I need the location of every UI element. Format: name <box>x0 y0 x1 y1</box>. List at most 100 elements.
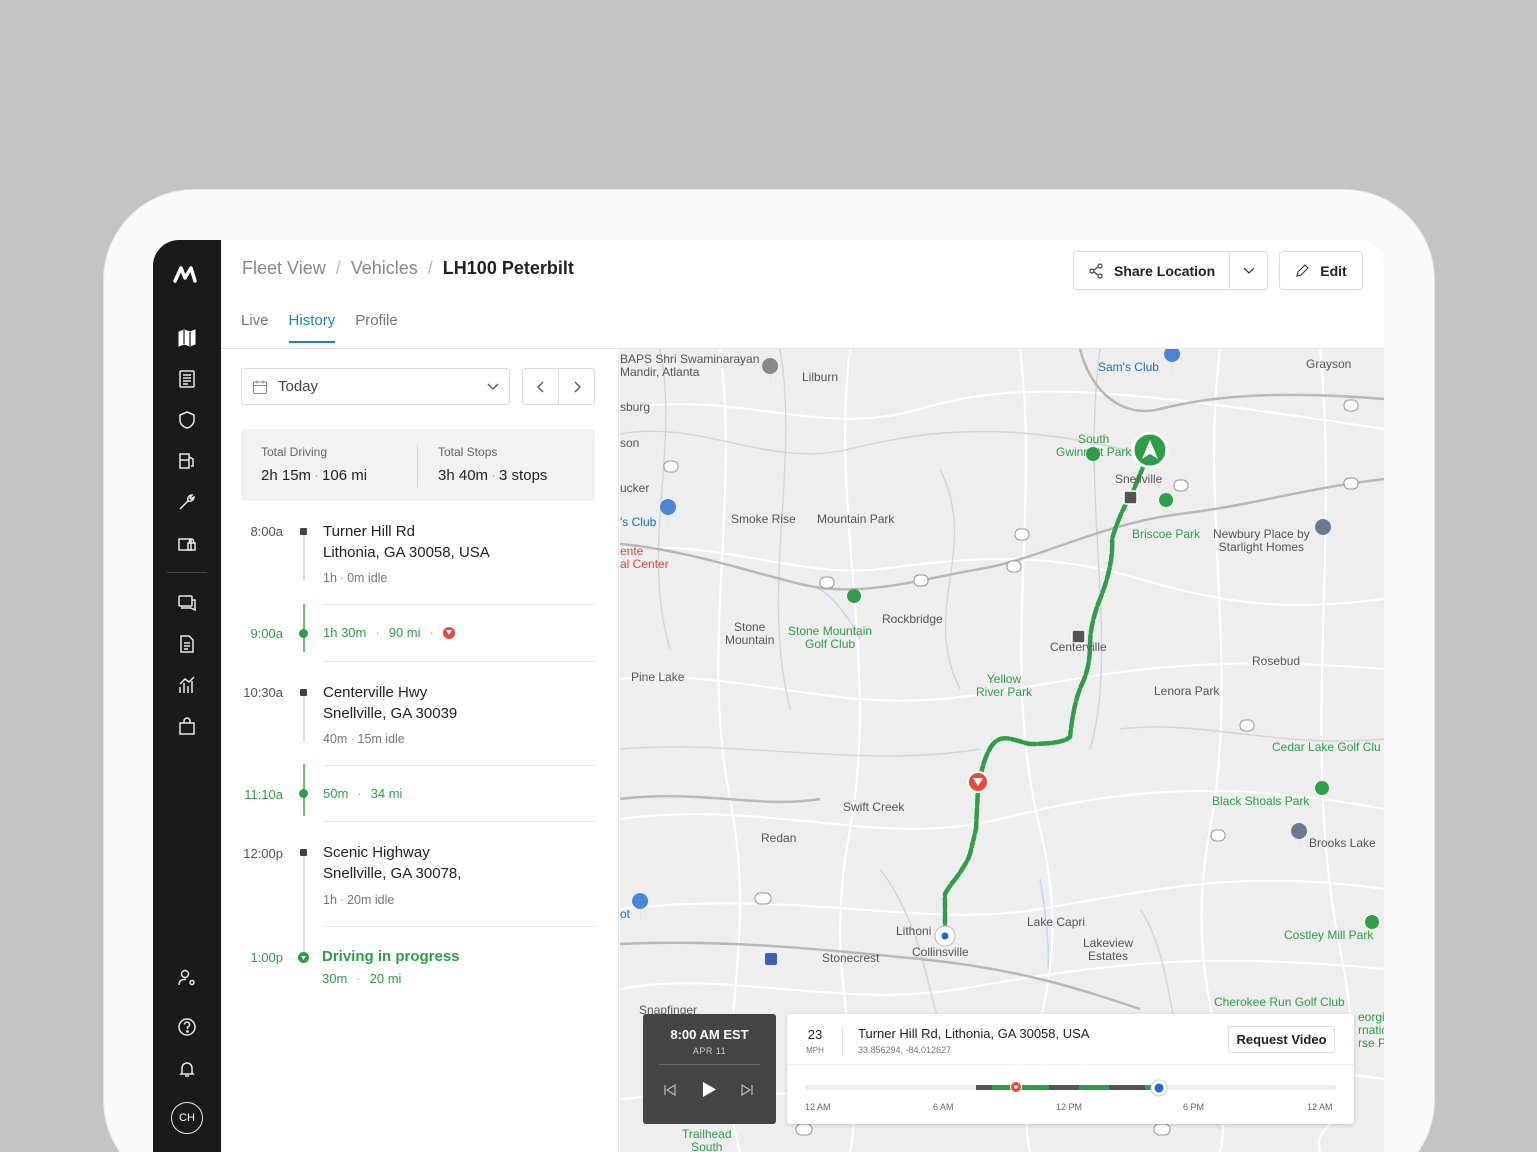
app-window: CH Fleet View / Vehicles / LH100 Peterbi… <box>153 240 1384 1152</box>
map-label: sburg <box>620 400 651 414</box>
drive-segment[interactable]: 50m · 34 mi <box>323 786 402 801</box>
tab-history[interactable]: History <box>288 312 336 343</box>
stop-address-line2: Snellville, GA 30078, <box>323 865 462 882</box>
dot-separator: · <box>429 625 434 640</box>
calendar-icon <box>252 380 268 394</box>
timeline-divider <box>323 604 595 605</box>
time-axis-tick: 6 AM <box>933 1102 954 1112</box>
harsh-event-icon[interactable] <box>1010 1081 1022 1093</box>
breadcrumb-vehicles[interactable]: Vehicles <box>351 258 418 279</box>
previous-day-button[interactable] <box>523 369 559 404</box>
avatar[interactable]: CH <box>171 1102 203 1134</box>
share-location-button[interactable]: Share Location <box>1074 252 1229 289</box>
fuel-icon[interactable] <box>175 449 199 473</box>
edit-label: Edit <box>1320 262 1347 279</box>
timeline-time: 12:00p <box>243 846 283 861</box>
date-select[interactable]: Today <box>241 368 510 405</box>
user-settings-icon[interactable] <box>175 966 199 990</box>
timeline-time: 1:00p <box>250 950 283 965</box>
dot-separator: · <box>375 625 380 640</box>
drive-distance: 20 mi <box>369 971 402 986</box>
map-label: Lilburn <box>802 370 839 384</box>
wrench-icon[interactable] <box>175 490 199 514</box>
map-label: Collinsville <box>912 945 969 959</box>
stop-marker <box>300 849 307 856</box>
stop-idle: 0m idle <box>347 571 388 585</box>
timeline-time: 8:00a <box>250 524 283 539</box>
stop-meta: 1h · 20m idle <box>323 893 394 907</box>
edit-button[interactable]: Edit <box>1279 251 1363 290</box>
map-label: Lithoni <box>896 924 932 938</box>
play-button[interactable] <box>702 1081 717 1098</box>
tab-bar: Live History Profile <box>241 312 398 343</box>
bell-icon[interactable] <box>175 1057 199 1081</box>
dot-separator: · <box>314 467 320 484</box>
map-label: South Gwinnett Park <box>1056 432 1132 459</box>
harsh-event-icon[interactable] <box>442 626 455 639</box>
messages-icon[interactable] <box>175 591 199 615</box>
pencil-icon <box>1296 264 1310 277</box>
stop-address[interactable]: Centerville Hwy Snellville, GA 30039 <box>323 682 457 724</box>
stop-address-line1: Scenic Highway <box>323 844 430 861</box>
stop-address[interactable]: Scenic Highway Snellville, GA 30078, <box>323 842 461 884</box>
speed-readout: 23 MPH <box>803 1027 827 1055</box>
map-label: Mountain Park <box>817 512 895 526</box>
total-stops-time: 3h 40m <box>438 467 489 484</box>
breadcrumb-fleet-view[interactable]: Fleet View <box>242 258 326 279</box>
stop-segment <box>1049 1085 1079 1090</box>
map-label: Briscoe Park <box>1132 527 1201 541</box>
stop-segment <box>1109 1085 1145 1090</box>
drive-duration: 30m <box>322 971 348 986</box>
logo-icon[interactable] <box>171 262 203 286</box>
share-icon <box>1089 262 1103 279</box>
drive-segment[interactable]: 1h 30m · 90 mi · <box>323 625 455 640</box>
map-label: Cedar Lake Golf Clu <box>1272 740 1381 754</box>
share-options-dropdown[interactable] <box>1229 252 1267 289</box>
tab-live[interactable]: Live <box>241 312 269 343</box>
dot-separator: · <box>339 893 345 907</box>
map-label: Brooks Lake <box>1309 836 1376 850</box>
drive-distance: 34 mi <box>370 786 403 801</box>
shield-icon[interactable] <box>175 408 199 432</box>
trip-summary: Total Driving 2h 15m · 106 mi Total Stops … <box>241 429 595 501</box>
stop-address-line1: Centerville Hwy <box>323 684 428 701</box>
stop-marker <box>300 528 307 535</box>
chart-icon[interactable] <box>175 673 199 697</box>
bag-icon[interactable] <box>175 714 199 738</box>
playback-divider <box>659 1064 760 1065</box>
skip-back-button[interactable] <box>663 1084 677 1096</box>
timeline-scrubber[interactable] <box>805 1079 1336 1097</box>
location-info-card: 23 MPH Turner Hill Rd, Lithonia, GA 3005… <box>787 1014 1354 1124</box>
sidebar: CH <box>153 240 221 1152</box>
next-day-button[interactable] <box>559 369 594 404</box>
scrubber-handle[interactable] <box>1150 1079 1168 1097</box>
tab-profile[interactable]: Profile <box>355 312 398 343</box>
current-address: Turner Hill Rd, Lithonia, GA 30058, USA <box>858 1026 1090 1041</box>
skip-forward-button[interactable] <box>740 1084 754 1096</box>
total-stops-value: 3h 40m · 3 stops <box>438 467 547 484</box>
total-driving: Total Driving 2h 15m · 106 mi <box>261 445 367 484</box>
map-label: Centerville <box>1050 640 1107 654</box>
driving-in-progress-icon <box>298 952 309 963</box>
map-icon[interactable] <box>175 326 199 350</box>
stop-address[interactable]: Turner Hill Rd Lithonia, GA 30058, USA <box>323 521 490 563</box>
map-label: Pine Lake <box>631 670 685 684</box>
driving-in-progress-label[interactable]: Driving in progress <box>322 948 460 965</box>
map-label: Swift Creek <box>843 800 905 814</box>
map-view[interactable]: Lilburn Grayson Sam's Club BAPS Shri Swa… <box>620 349 1384 1152</box>
map-label: ot <box>620 907 631 921</box>
timeline-connector <box>303 692 305 742</box>
request-video-button[interactable]: Request Video <box>1228 1026 1335 1053</box>
help-icon[interactable] <box>175 1015 199 1039</box>
list-icon[interactable] <box>175 367 199 391</box>
dot-separator: · <box>350 732 355 746</box>
share-location-button-group: Share Location <box>1073 251 1268 290</box>
sidebar-divider <box>167 572 207 573</box>
map-label: eorgi rnatic rse Pa <box>1358 1010 1384 1050</box>
box-lock-icon[interactable] <box>175 531 199 555</box>
document-icon[interactable] <box>175 632 199 656</box>
time-axis-tick: 12 AM <box>805 1102 831 1112</box>
speed-value: 23 <box>807 1027 823 1042</box>
stop-duration: 40m <box>323 732 348 746</box>
time-axis-tick: 6 PM <box>1183 1102 1205 1112</box>
